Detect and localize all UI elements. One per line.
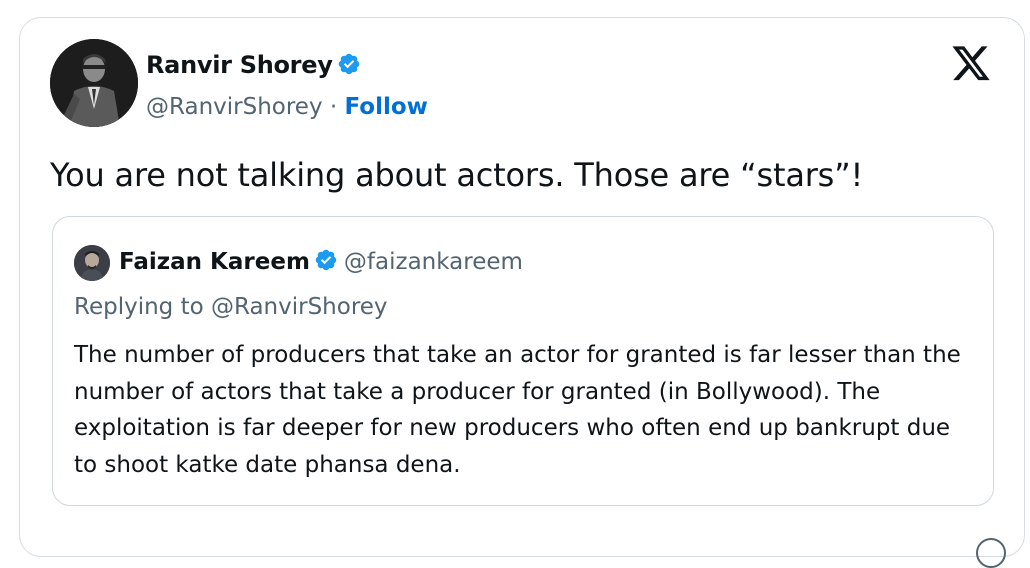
- quoted-author-row: Faizan Kareem @faizankareem: [119, 248, 523, 278]
- quoted-author-photo-icon: [74, 245, 110, 281]
- verified-badge-icon: [337, 52, 361, 82]
- author-avatar[interactable]: [50, 39, 138, 127]
- author-name-row[interactable]: Ranvir Shorey: [146, 51, 361, 82]
- quoted-author-name[interactable]: Faizan Kareem: [119, 249, 310, 275]
- quoted-tweet[interactable]: Faizan Kareem @faizankareem Replying to @…: [52, 216, 994, 506]
- separator-dot: ·: [329, 94, 338, 120]
- replying-to: Replying to @RanvirShorey: [74, 294, 388, 320]
- tweet-embed-card: Ranvir Shorey @RanvirShorey · Follow You…: [19, 17, 1025, 568]
- info-icon[interactable]: [976, 538, 1006, 568]
- author-photo-icon: [50, 39, 138, 127]
- author-handle-row: @RanvirShorey · Follow: [146, 94, 428, 120]
- author-name[interactable]: Ranvir Shorey: [146, 51, 333, 79]
- follow-button[interactable]: Follow: [345, 94, 428, 120]
- verified-badge-icon: [314, 248, 338, 278]
- quoted-tweet-text: The number of producers that take an act…: [74, 342, 961, 478]
- author-handle[interactable]: @RanvirShorey: [146, 94, 323, 120]
- quoted-author-handle[interactable]: @faizankareem: [344, 249, 523, 275]
- quoted-author-avatar[interactable]: [74, 245, 110, 281]
- tweet-text: You are not talking about actors. Those …: [50, 156, 864, 194]
- x-logo-icon[interactable]: [950, 46, 992, 84]
